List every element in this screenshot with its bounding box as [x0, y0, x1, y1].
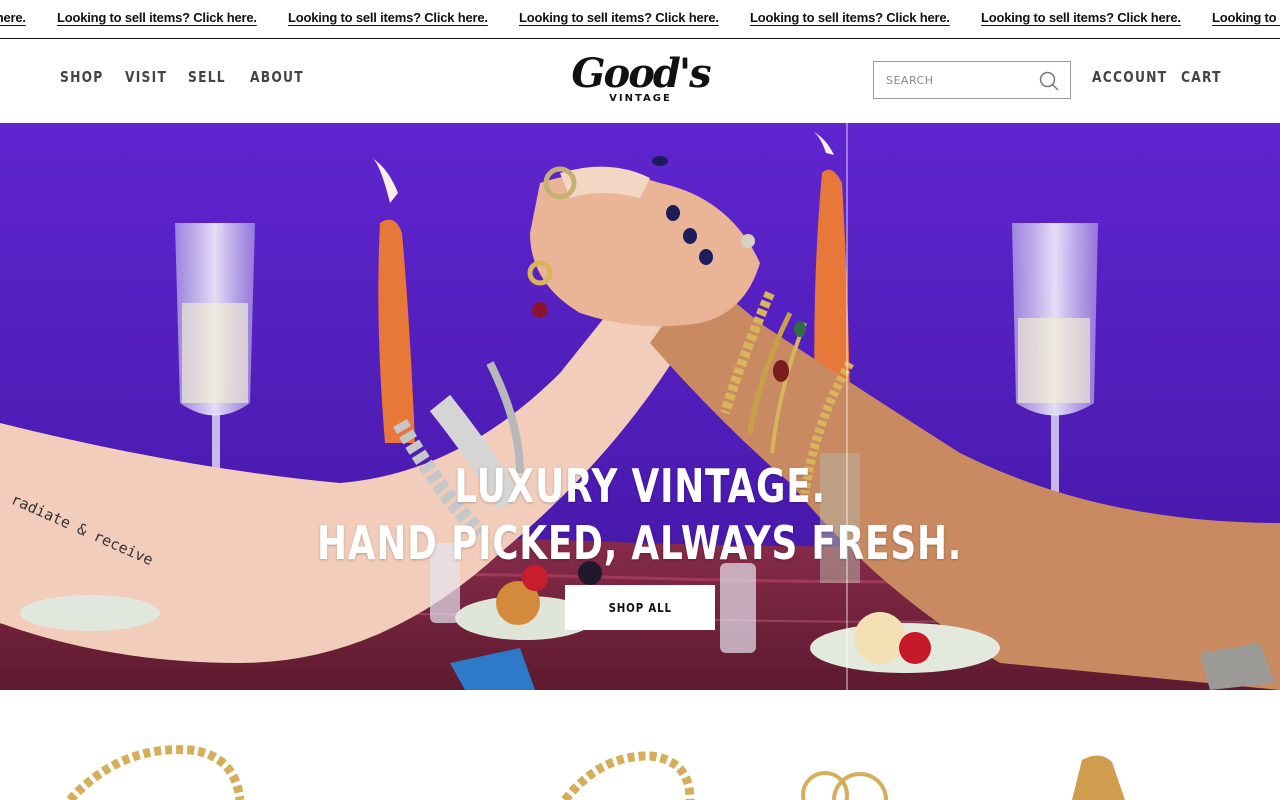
hero-banner: radiate & receive LUXURY VINTAGE. HAND P…	[0, 123, 1280, 690]
product-figaro-bracelet[interactable]	[561, 751, 695, 800]
logo-subtitle: VINTAGE	[609, 93, 672, 104]
search-input[interactable]	[874, 62, 1036, 98]
product-pendant[interactable]	[1072, 755, 1125, 800]
logo-wordmark: Good's	[571, 50, 711, 97]
announcement-link[interactable]: Looking to sell items? Click here.	[981, 10, 1181, 25]
account-link[interactable]: ACCOUNT	[1092, 68, 1167, 86]
hero-title-line-2: HAND PICKED, ALWAYS FRESH.	[317, 516, 963, 570]
shop-all-button[interactable]: SHOP ALL	[565, 585, 715, 630]
announcement-link[interactable]: Looking to sell items? Click here.	[750, 10, 950, 25]
announcement-link[interactable]: Looking to sell items? Click here.	[288, 10, 488, 25]
announcement-bar: Looking to sell items? Click here. Looki…	[0, 0, 1280, 39]
product-hoop-earrings[interactable]	[801, 771, 888, 800]
cart-link[interactable]: CART	[1181, 68, 1222, 86]
nav-shop[interactable]: SHOP	[60, 68, 104, 86]
announcement-link[interactable]: Looking to sell items? Click here.	[0, 10, 26, 25]
site-header: SHOP VISIT SELL ABOUT Good's VINTAGE ACC…	[0, 39, 1280, 122]
search-box	[873, 61, 1071, 99]
nav-sell[interactable]: SELL	[188, 68, 226, 86]
nav-about[interactable]: ABOUT	[250, 68, 304, 86]
hero-title-line-1: LUXURY VINTAGE.	[454, 459, 826, 513]
nav-visit[interactable]: VISIT	[125, 68, 167, 86]
announcement-link[interactable]: Looking to sell items? Click here.	[57, 10, 257, 25]
announcement-link[interactable]: Looking to sell items? Click here.	[519, 10, 719, 25]
announcement-track: Looking to sell items? Click here. Looki…	[0, 0, 1280, 38]
announcement-link[interactable]: Looking to sell items? Click here.	[1212, 10, 1280, 25]
product-chain-bracelet[interactable]	[66, 745, 245, 800]
product-images	[66, 745, 1125, 800]
site-logo[interactable]: Good's VINTAGE	[563, 51, 718, 111]
product-strip	[0, 690, 1280, 800]
search-icon[interactable]	[1038, 70, 1060, 92]
